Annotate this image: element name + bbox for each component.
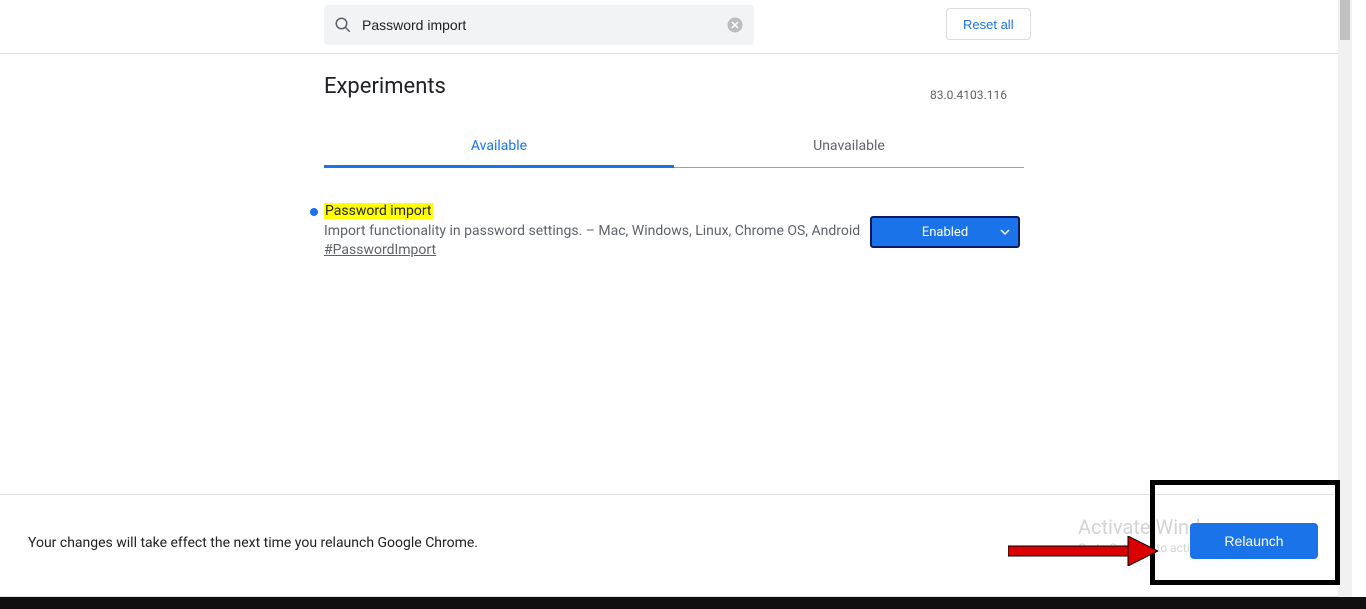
scrollbar-thumb[interactable] xyxy=(1340,0,1350,40)
relaunch-message: Your changes will take effect the next t… xyxy=(28,535,478,551)
tab-available[interactable]: Available xyxy=(324,124,674,167)
taskbar[interactable] xyxy=(0,597,1366,609)
flag-item: Password import Import functionality in … xyxy=(310,200,1024,258)
vertical-scrollbar[interactable] xyxy=(1338,0,1352,597)
search-input[interactable] xyxy=(362,17,726,33)
chevron-down-icon xyxy=(1000,227,1010,237)
flag-title: Password import xyxy=(324,203,433,219)
divider xyxy=(0,53,1352,54)
clear-search-icon[interactable] xyxy=(726,16,744,34)
flag-state-selected: Enabled xyxy=(922,225,968,240)
modified-indicator-icon xyxy=(310,208,318,216)
relaunch-bar: Your changes will take effect the next t… xyxy=(0,494,1352,584)
flag-state-select[interactable]: Enabled xyxy=(870,216,1020,248)
tab-unavailable[interactable]: Unavailable xyxy=(674,124,1024,167)
search-box[interactable] xyxy=(324,5,754,45)
reset-all-button[interactable]: Reset all xyxy=(946,8,1031,40)
search-icon xyxy=(334,16,352,34)
version-label: 83.0.4103.116 xyxy=(930,88,1007,102)
tab-available-label: Available xyxy=(471,138,527,154)
relaunch-button[interactable]: Relaunch xyxy=(1190,523,1318,559)
tabs: Available Unavailable xyxy=(324,124,1024,168)
tab-unavailable-label: Unavailable xyxy=(813,138,885,154)
flag-hash-link[interactable]: #PasswordImport xyxy=(324,242,436,258)
page-title: Experiments xyxy=(324,74,446,99)
flag-description: Import functionality in password setting… xyxy=(324,223,864,239)
